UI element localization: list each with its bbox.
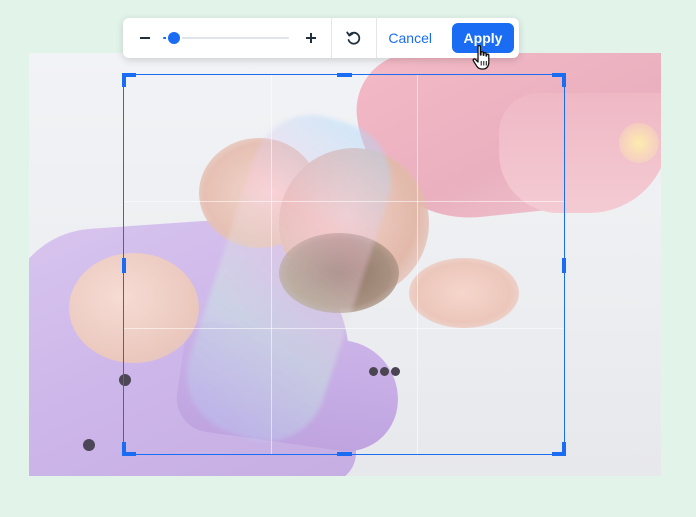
- zoom-slider-thumb[interactable]: [168, 32, 181, 44]
- crop-handle-right[interactable]: [562, 258, 566, 273]
- zoom-slider-track: [163, 37, 289, 39]
- zoom-control: [123, 18, 332, 58]
- crop-grid-line: [270, 75, 272, 454]
- crop-grid-line: [417, 75, 419, 454]
- crop-handle-left[interactable]: [122, 258, 126, 273]
- crop-handle-top[interactable]: [337, 73, 352, 77]
- minus-icon[interactable]: [137, 30, 153, 46]
- photo-region: [83, 439, 95, 451]
- plus-icon[interactable]: [303, 30, 319, 46]
- photo-region: [619, 123, 659, 163]
- crop-handle-bottom[interactable]: [337, 452, 352, 456]
- hand-pointer-icon: [471, 44, 495, 72]
- crop-handle-top-left[interactable]: [122, 73, 136, 87]
- crop-handle-bottom-right[interactable]: [552, 442, 566, 456]
- image-crop-editor: Cancel Apply: [0, 0, 696, 517]
- crop-toolbar: Cancel Apply: [123, 18, 519, 58]
- cancel-button[interactable]: Cancel: [380, 26, 440, 50]
- zoom-slider[interactable]: [163, 30, 289, 46]
- crop-grid-line: [124, 201, 564, 203]
- reset-control: [332, 18, 377, 58]
- crop-frame[interactable]: [122, 73, 566, 456]
- crop-handle-top-right[interactable]: [552, 73, 566, 87]
- crop-grid-line: [124, 327, 564, 329]
- crop-handle-bottom-left[interactable]: [122, 442, 136, 456]
- rotate-ccw-icon[interactable]: [345, 29, 363, 47]
- crop-actions: Cancel Apply: [377, 23, 519, 53]
